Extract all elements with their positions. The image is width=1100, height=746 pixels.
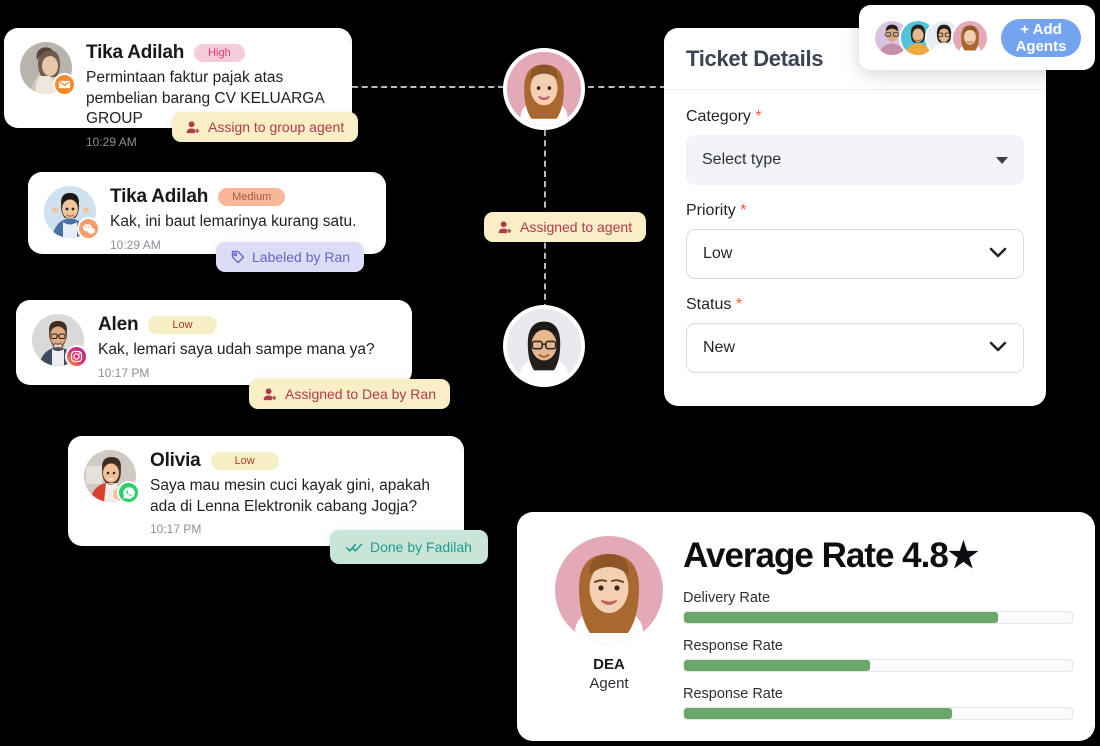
status-chip-label: Labeled by Ran <box>252 249 351 265</box>
category-label-text: Category <box>686 108 751 125</box>
sender-name: Alen <box>98 314 139 335</box>
message-header: Tika Adilah Medium <box>110 186 370 208</box>
progress-bar-response-rate-1 <box>683 659 1073 672</box>
agent-avatar-stack <box>873 18 989 57</box>
wechat-icon <box>77 217 100 240</box>
message-header: Tika Adilah High <box>86 42 336 64</box>
status-chip-label: Assigned to Dea by Ran <box>285 386 436 402</box>
avatar <box>32 314 88 368</box>
progress-bar-response-rate-2 <box>683 707 1073 720</box>
agent-profile: DEA Agent <box>539 536 679 741</box>
whatsapp-icon <box>117 481 140 504</box>
status-chip-label: Assign to group agent <box>208 119 345 135</box>
chevron-down-icon <box>989 245 1007 263</box>
progress-bar-fill <box>684 660 871 671</box>
avatar <box>951 18 989 57</box>
average-rate-title: Average Rate 4.8★ <box>683 536 979 575</box>
message-header: Olivia Low <box>150 450 448 472</box>
assign-user-icon <box>186 120 201 135</box>
agent-name: DEA <box>593 656 625 673</box>
category-select[interactable]: Select type <box>686 135 1024 185</box>
node-avatar-agent-male[interactable] <box>503 305 585 387</box>
status-chip-label: Done by Fadilah <box>370 539 472 555</box>
priority-badge: Medium <box>218 188 286 206</box>
priority-label-text: Priority <box>686 202 736 219</box>
ticket-details-panel: Ticket Details Category * Select type Pr… <box>664 28 1046 406</box>
sender-name: Tika Adilah <box>86 42 185 63</box>
status-label: Status * <box>686 296 1024 314</box>
instagram-icon <box>65 345 88 368</box>
add-agents-button[interactable]: + Add Agents <box>1001 18 1081 57</box>
status-chip-labeled[interactable]: Labeled by Ran <box>216 242 365 272</box>
status-chip-assign-group[interactable]: Assign to group agent <box>172 112 359 142</box>
progress-bar-fill <box>684 708 952 719</box>
status-select[interactable]: New <box>686 323 1024 373</box>
status-chip-assigned-agent[interactable]: Assigned to agent <box>484 212 647 242</box>
progress-bar-delivery-rate <box>683 611 1073 624</box>
category-label: Category * <box>686 108 1024 126</box>
agent-role: Agent <box>589 675 629 692</box>
connector-node-to-ticket <box>588 86 666 88</box>
status-chip-label: Assigned to agent <box>520 219 633 235</box>
screenshot-root: Tika Adilah High Permintaan faktur pajak… <box>0 0 1100 746</box>
message-text: Kak, ini baut lemarinya kurang satu. <box>110 213 357 230</box>
bar-label: Response Rate <box>683 686 783 702</box>
required-asterisk: * <box>735 296 743 313</box>
priority-label: Priority * <box>686 202 1024 220</box>
double-check-icon <box>346 541 363 554</box>
add-agents-card: + Add Agents <box>859 5 1095 70</box>
message-time: 10:17 PM <box>98 365 150 380</box>
avatar <box>84 450 140 504</box>
bar-label: Response Rate <box>683 638 783 654</box>
sender-name: Olivia <box>150 450 201 471</box>
required-asterisk: * <box>740 202 747 219</box>
required-asterisk: * <box>755 108 762 125</box>
priority-select[interactable]: Low <box>686 229 1024 279</box>
sender-name: Tika Adilah <box>110 186 209 207</box>
message-body: Alen Low Kak, lemari saya udah sampe man… <box>98 314 396 380</box>
message-text: Kak, lemari saya udah sampe mana ya? <box>98 341 375 358</box>
bar-label: Delivery Rate <box>683 590 771 606</box>
agent-rating-card: DEA Agent Average Rate 4.8★ Delivery Rat… <box>517 512 1095 741</box>
message-card[interactable]: Alen Low Kak, lemari saya udah sampe man… <box>16 300 412 385</box>
priority-badge: Low <box>210 452 279 470</box>
status-chip-done[interactable]: Done by Fadilah <box>330 530 488 564</box>
status-select-value: New <box>703 339 736 356</box>
node-avatar-agent-dea[interactable] <box>503 48 585 130</box>
priority-badge: Low <box>148 316 217 334</box>
rating-stats: Average Rate 4.8★ Delivery Rate Response… <box>679 536 1073 741</box>
priority-select-value: Low <box>703 245 733 262</box>
ticket-details-body: Category * Select type Priority * Low St… <box>664 90 1046 373</box>
progress-bar-fill <box>684 612 999 623</box>
chevron-down-icon <box>996 156 1008 164</box>
email-icon <box>53 73 76 96</box>
avatar <box>20 42 76 96</box>
assign-user-icon <box>263 387 278 402</box>
page-title: Ticket Details <box>686 45 824 71</box>
tag-icon <box>230 250 245 265</box>
avatar <box>44 186 100 240</box>
status-chip-assigned-dea[interactable]: Assigned to Dea by Ran <box>249 379 450 409</box>
status-label-text: Status <box>686 296 732 313</box>
message-body: Olivia Low Saya mau mesin cuci kayak gin… <box>150 450 448 536</box>
connector-card1-to-node <box>352 86 504 88</box>
message-header: Alen Low <box>98 314 396 336</box>
priority-badge: High <box>194 44 245 62</box>
assign-user-icon <box>498 220 513 235</box>
avatar <box>555 536 663 644</box>
chevron-down-icon <box>989 339 1007 357</box>
category-select-value: Select type <box>702 151 782 168</box>
message-text: Saya mau mesin cuci kayak gini, apakah a… <box>150 477 431 515</box>
